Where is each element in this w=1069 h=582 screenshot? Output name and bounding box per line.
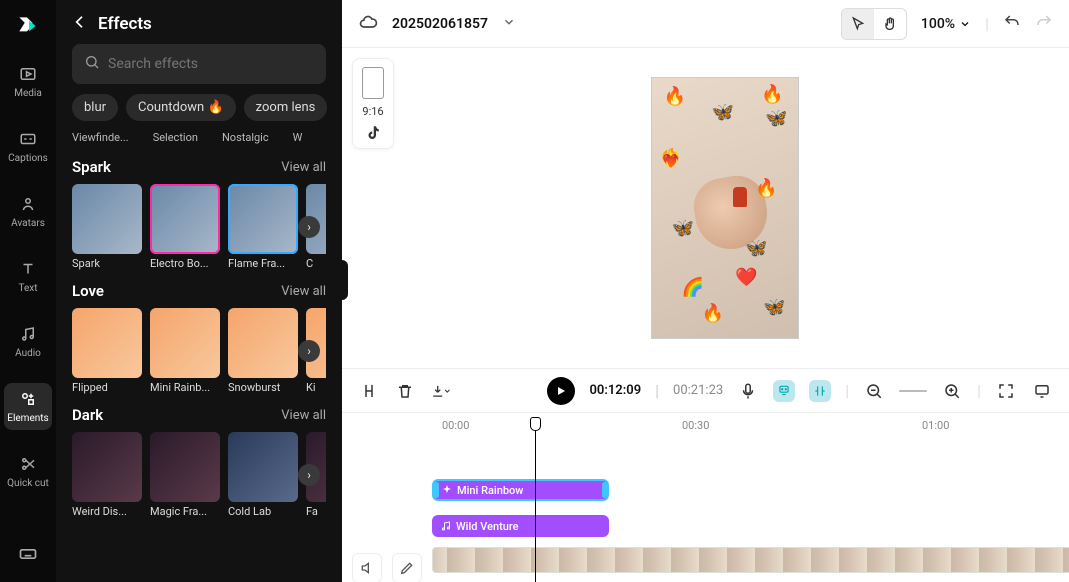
chip-zoomlens[interactable]: zoom lens — [244, 94, 328, 121]
mini-labels: Viewfinde... Selection Nostalgic W — [56, 131, 342, 150]
effect-thumb[interactable]: Cold Lab — [228, 432, 298, 518]
view-all-link[interactable]: View all — [281, 284, 326, 299]
main-area: 202502061857 100% | 9:16 🔥 🔥 🦋 🦋 — [342, 0, 1069, 582]
rail-item-text[interactable]: Text — [4, 253, 52, 300]
redo-button[interactable] — [1035, 13, 1053, 35]
rail-item-captions[interactable]: Captions — [4, 123, 52, 170]
captions-icon — [18, 129, 38, 149]
rail-label: Text — [18, 283, 37, 294]
audio-clip-icon — [440, 520, 452, 532]
auto-captions-button[interactable] — [773, 380, 795, 402]
playhead[interactable] — [535, 417, 536, 582]
search-input-wrap[interactable] — [72, 44, 326, 84]
cursor-mode-toggle — [841, 8, 907, 40]
audio-clip[interactable]: Wild Venture — [432, 515, 609, 537]
chip-blur[interactable]: blur — [72, 94, 118, 121]
text-icon — [18, 259, 38, 279]
present-button[interactable] — [1031, 380, 1053, 402]
section-dark: Dark View all Weird Dis... Magic Fra... … — [56, 398, 342, 522]
cloud-icon[interactable] — [358, 12, 378, 36]
avatars-icon — [18, 194, 38, 214]
effect-thumb[interactable]: Spark — [72, 184, 142, 270]
row-next-button[interactable]: › — [298, 340, 320, 362]
select-tool[interactable] — [842, 9, 874, 39]
aspect-ratio-card[interactable]: 9:16 — [352, 58, 394, 149]
back-button[interactable] — [72, 14, 88, 34]
section-title: Dark — [72, 406, 103, 424]
project-dropdown[interactable] — [502, 14, 516, 33]
rail-item-quickcut[interactable]: Quick cut — [4, 448, 52, 495]
time-current: 00:12:09 — [589, 383, 641, 398]
rail-label: Media — [14, 88, 42, 99]
aspect-label: 9:16 — [362, 105, 383, 118]
chip-countdown[interactable]: Countdown 🔥 — [126, 94, 236, 121]
snap-button[interactable] — [809, 380, 831, 402]
timeline[interactable]: 00:00 00:30 01:00 Mini Rainbow Wild Vent… — [342, 412, 1069, 582]
undo-button[interactable] — [1003, 13, 1021, 35]
topbar: 202502061857 100% | — [342, 0, 1069, 48]
aspect-icon — [362, 67, 384, 99]
search-input[interactable] — [108, 56, 314, 72]
split-button[interactable] — [358, 380, 380, 402]
rail-label: Elements — [7, 413, 48, 424]
rail-item-media[interactable]: Media — [4, 58, 52, 105]
rail-item-elements[interactable]: Elements — [4, 383, 52, 430]
effect-thumb[interactable]: Flame Fra... — [228, 184, 298, 270]
search-icon — [84, 54, 100, 74]
media-icon — [18, 64, 38, 84]
rail-label: Quick cut — [7, 478, 49, 489]
effect-thumb[interactable]: Magic Fra... — [150, 432, 220, 518]
timeline-ruler[interactable]: 00:00 00:30 01:00 — [432, 419, 1069, 443]
app-logo — [14, 12, 42, 40]
rail-label: Captions — [8, 153, 48, 164]
sparkle-icon — [441, 484, 453, 496]
preview-stage: 9:16 🔥 🔥 🦋 🦋 ❤️‍🔥 🔥 🦋 🦋 🌈 🦋 🔥 ❤️ — [342, 48, 1069, 368]
play-button[interactable] — [547, 377, 575, 405]
rail-item-audio[interactable]: Audio — [4, 318, 52, 365]
fullscreen-button[interactable] — [995, 380, 1017, 402]
zoom-slider[interactable] — [899, 390, 927, 392]
view-all-link[interactable]: View all — [281, 408, 326, 423]
effects-panel: Effects blur Countdown 🔥 zoom lens Viewf… — [56, 0, 342, 582]
mute-track-button[interactable] — [352, 553, 382, 582]
zoom-in-button[interactable] — [941, 380, 963, 402]
audio-icon — [18, 324, 38, 344]
download-button[interactable] — [430, 380, 452, 402]
time-duration: 00:21:23 — [673, 383, 723, 398]
edit-track-button[interactable] — [392, 553, 422, 582]
project-name: 202502061857 — [392, 16, 488, 32]
delete-button[interactable] — [394, 380, 416, 402]
panel-title: Effects — [98, 14, 152, 34]
mic-button[interactable] — [737, 380, 759, 402]
elements-icon — [18, 389, 38, 409]
player-bar: 00:12:09 | 00:21:23 | | — [342, 368, 1069, 412]
zoom-dropdown[interactable]: 100% — [921, 16, 971, 32]
effect-thumb[interactable]: Flipped — [72, 308, 142, 394]
section-title: Spark — [72, 158, 111, 176]
video-preview[interactable]: 🔥 🔥 🦋 🦋 ❤️‍🔥 🔥 🦋 🦋 🌈 🦋 🔥 ❤️ — [651, 77, 799, 339]
chip-row: blur Countdown 🔥 zoom lens — [56, 94, 342, 131]
rail-label: Audio — [15, 348, 41, 359]
tiktok-icon — [364, 124, 382, 142]
section-title: Love — [72, 282, 104, 300]
row-next-button[interactable]: › — [298, 464, 320, 486]
rail-item-avatars[interactable]: Avatars — [4, 188, 52, 235]
effect-thumb[interactable]: Weird Dis... — [72, 432, 142, 518]
rail-label: Avatars — [11, 218, 45, 229]
row-next-button[interactable]: › — [298, 216, 320, 238]
effect-thumb[interactable]: Electro Bo... — [150, 184, 220, 270]
section-spark: Spark View all Spark Electro Bo... Flame… — [56, 150, 342, 274]
zoom-out-button[interactable] — [863, 380, 885, 402]
hand-tool[interactable] — [874, 9, 906, 39]
view-all-link[interactable]: View all — [281, 160, 326, 175]
video-track-clip[interactable] — [432, 547, 1069, 573]
section-love: Love View all Flipped Mini Rainb... Snow… — [56, 274, 342, 398]
keyboard-icon[interactable] — [18, 544, 38, 568]
effect-thumb[interactable]: Mini Rainb... — [150, 308, 220, 394]
effect-clip[interactable]: Mini Rainbow — [432, 479, 609, 501]
left-rail: Media Captions Avatars Text Audio Elemen… — [0, 0, 56, 582]
panel-collapse-handle[interactable] — [336, 260, 348, 300]
effect-thumb[interactable]: Snowburst — [228, 308, 298, 394]
quickcut-icon — [18, 454, 38, 474]
